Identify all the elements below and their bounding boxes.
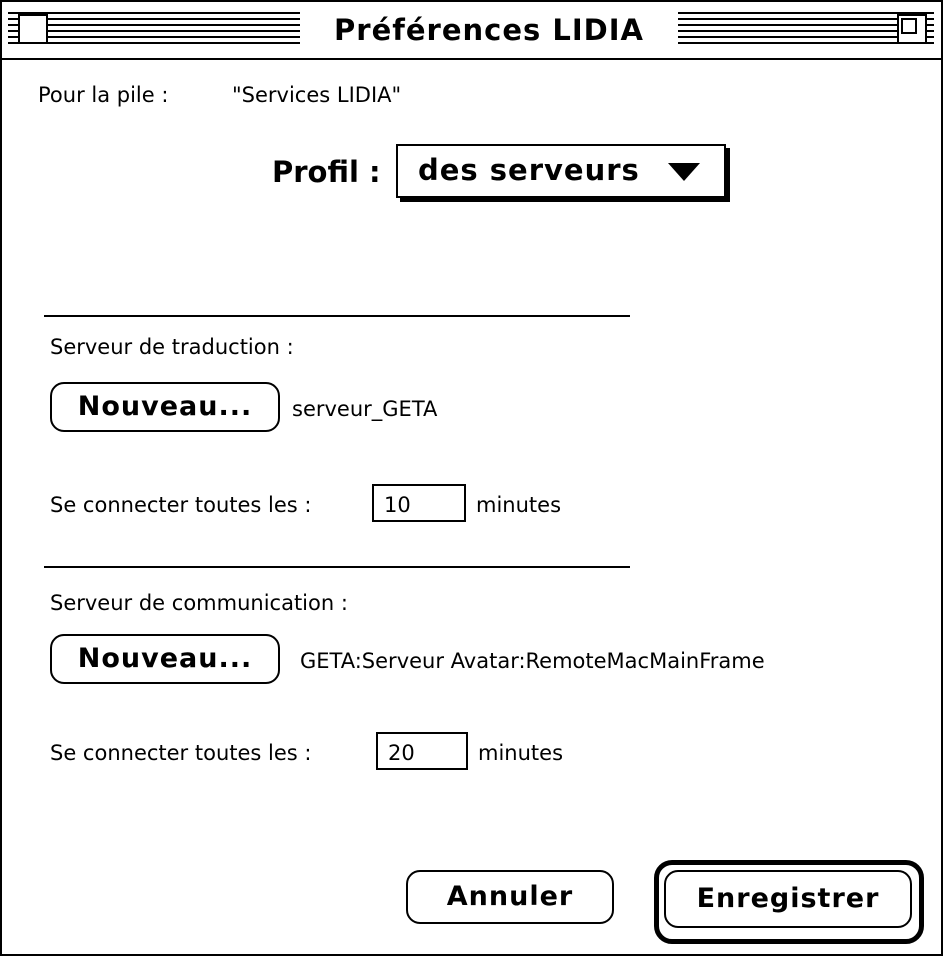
divider-communication [44,566,630,568]
window-title: Préférences LIDIA [300,8,678,52]
divider-translation [44,315,630,317]
communication-interval-unit: minutes [478,741,564,765]
translation-interval-input[interactable]: 10 [372,484,466,522]
translation-server-name: serveur_GETA [292,397,438,421]
communication-server-name: GETA:Serveur Avatar:RemoteMacMainFrame [300,649,765,673]
translation-interval-unit: minutes [476,493,562,517]
translation-new-button[interactable]: Nouveau... [50,382,280,432]
save-button[interactable]: Enregistrer [664,870,912,928]
translation-server-label: Serveur de traduction : [50,335,294,359]
zoom-box-icon[interactable] [897,14,927,44]
dropdown-arrow-icon [668,163,700,181]
communication-interval-label: Se connecter toutes les : [50,741,312,765]
stack-label: Pour la pile : [38,83,169,107]
preferences-window: Préférences LIDIA Pour la pile : "Servic… [0,0,943,956]
communication-interval-input[interactable]: 20 [376,732,468,770]
stack-name: "Services LIDIA" [232,83,402,107]
close-box-icon[interactable] [18,14,48,44]
translation-interval-label: Se connecter toutes les : [50,493,312,517]
profile-label: Profil : [272,155,381,189]
profile-popup-value: des serveurs [418,153,640,187]
cancel-button[interactable]: Annuler [406,870,614,924]
communication-server-label: Serveur de communication : [50,591,348,615]
zoom-box-inner [901,18,917,34]
profile-popup[interactable]: des serveurs [396,144,726,198]
communication-new-button[interactable]: Nouveau... [50,634,280,684]
title-bar[interactable]: Préférences LIDIA [2,2,941,60]
